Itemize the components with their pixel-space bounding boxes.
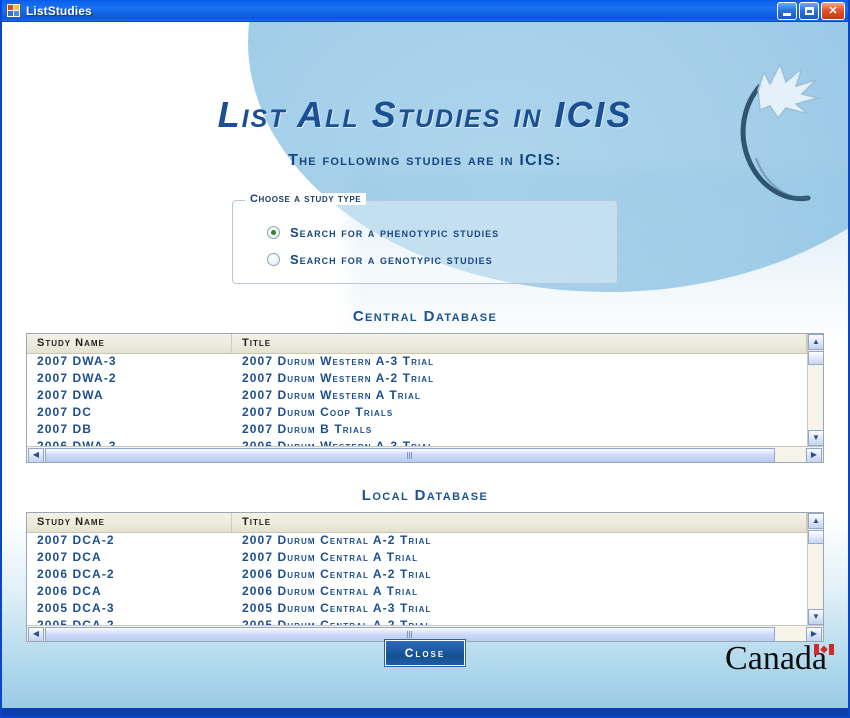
minimize-button[interactable] xyxy=(777,2,797,20)
column-header-title[interactable]: Title xyxy=(232,334,807,353)
footer: Close Canada ◆ xyxy=(2,636,848,716)
radio-label-phenotypic: Search for a phenotypic studies xyxy=(290,225,500,240)
scroll-down-icon[interactable]: ▼ xyxy=(808,430,823,446)
page-subtitle: The following studies are in ICIS: xyxy=(288,152,562,169)
list-studies-window: ListStudies ✕ List All Studies in ICIS T… xyxy=(0,0,850,718)
maximize-icon xyxy=(804,7,814,15)
local-database-columns: Study Name Title 2007 DCA-2 2007 Durum C… xyxy=(27,513,807,625)
close-window-button[interactable]: ✕ xyxy=(821,2,845,20)
local-vertical-scrollbar[interactable]: ▲ ▼ xyxy=(807,513,823,625)
radio-label-genotypic: Search for a genotypic studies xyxy=(290,252,493,267)
scroll-up-icon[interactable]: ▲ xyxy=(808,334,823,350)
central-database-header-row: Study Name Title xyxy=(27,334,807,354)
window-controls: ✕ xyxy=(777,2,845,20)
table-row[interactable]: 2007 DB 2007 Durum B Trials xyxy=(27,422,807,439)
application-icon xyxy=(6,3,21,18)
cell-study-name: 2006 DCA xyxy=(37,584,102,598)
radio-option-phenotypic[interactable]: Search for a phenotypic studies xyxy=(267,225,601,240)
page-content: List All Studies in ICIS The following s… xyxy=(2,22,848,642)
cell-title: 2007 Durum Western A Trial xyxy=(242,388,421,402)
maximize-button[interactable] xyxy=(799,2,819,20)
local-database-rows: 2007 DCA-2 2007 Durum Central A-2 Trial … xyxy=(27,533,807,625)
cell-study-name: 2007 DB xyxy=(37,422,93,436)
cell-title: 2006 Durum Central A Trial xyxy=(242,584,419,598)
column-header-title[interactable]: Title xyxy=(232,513,807,532)
title-bar: ListStudies ✕ xyxy=(2,0,848,22)
cell-title: 2006 Durum Western A-3 Trial xyxy=(242,439,435,446)
scroll-grip-icon xyxy=(406,451,413,459)
local-database-label: Local Database xyxy=(361,487,489,504)
cell-title: 2006 Durum Central A-2 Trial xyxy=(242,567,432,581)
cell-study-name: 2005 DCA-3 xyxy=(37,601,115,615)
close-icon: ✕ xyxy=(828,4,838,17)
cell-title: 2007 Durum Central A Trial xyxy=(242,550,419,564)
cell-study-name: 2007 DWA-3 xyxy=(37,354,117,368)
cell-study-name: 2006 DCA-2 xyxy=(37,567,115,581)
radio-option-genotypic[interactable]: Search for a genotypic studies xyxy=(267,252,601,267)
cell-title: 2007 Durum Central A-2 Trial xyxy=(242,533,432,547)
radio-button-phenotypic-icon[interactable] xyxy=(267,226,280,239)
table-row[interactable]: 2007 DC 2007 Durum Coop Trials xyxy=(27,405,807,422)
central-database-columns: Study Name Title 2007 DWA-3 2007 Durum W… xyxy=(27,334,807,446)
cell-study-name: 2007 DCA xyxy=(37,550,102,564)
radio-button-genotypic-icon[interactable] xyxy=(267,253,280,266)
window-title: ListStudies xyxy=(26,3,92,18)
central-horizontal-scrollbar[interactable]: ◀ ▶ xyxy=(27,446,823,462)
cell-study-name: 2007 DC xyxy=(37,405,93,419)
table-row[interactable]: 2006 DCA 2006 Durum Central A Trial xyxy=(27,584,807,601)
local-database-header-row: Study Name Title xyxy=(27,513,807,533)
scroll-up-icon[interactable]: ▲ xyxy=(808,513,823,529)
cell-title: 2005 Durum Central A-2 Trial xyxy=(242,618,432,625)
column-header-study-name[interactable]: Study Name xyxy=(27,334,232,353)
scroll-down-icon[interactable]: ▼ xyxy=(808,609,823,625)
study-type-groupbox: Choose a study type Search for a phenoty… xyxy=(232,193,618,284)
horizontal-scroll-thumb[interactable] xyxy=(45,447,775,462)
local-database-list[interactable]: Study Name Title 2007 DCA-2 2007 Durum C… xyxy=(26,512,824,642)
minimize-icon xyxy=(783,12,791,16)
close-button[interactable]: Close xyxy=(384,639,466,667)
central-database-rows: 2007 DWA-3 2007 Durum Western A-3 Trial … xyxy=(27,354,807,446)
central-database-list[interactable]: Study Name Title 2007 DWA-3 2007 Durum W… xyxy=(26,333,824,463)
cell-title: 2007 Durum Coop Trials xyxy=(242,405,394,419)
cell-study-name: 2007 DCA-2 xyxy=(37,533,115,547)
table-row[interactable]: 2007 DWA-3 2007 Durum Western A-3 Trial xyxy=(27,354,807,371)
page-body: List All Studies in ICIS The following s… xyxy=(2,22,848,716)
cell-study-name: 2007 DWA-2 xyxy=(37,371,117,385)
column-header-study-name[interactable]: Study Name xyxy=(27,513,232,532)
table-row[interactable]: 2006 DWA-3 2006 Durum Western A-3 Trial xyxy=(27,439,807,446)
table-row[interactable]: 2007 DWA 2007 Durum Western A Trial xyxy=(27,388,807,405)
vertical-scroll-thumb[interactable] xyxy=(808,530,823,544)
cell-title: 2007 Durum Western A-3 Trial xyxy=(242,354,435,368)
vertical-scroll-thumb[interactable] xyxy=(808,351,823,365)
table-row[interactable]: 2005 DCA-3 2005 Durum Central A-3 Trial xyxy=(27,601,807,618)
cell-study-name: 2005 DCA-2 xyxy=(37,618,115,625)
scroll-right-icon[interactable]: ▶ xyxy=(806,447,822,462)
cell-title: 2007 Durum Western A-2 Trial xyxy=(242,371,435,385)
cell-study-name: 2007 DWA xyxy=(37,388,104,402)
canada-flag-icon: ◆ xyxy=(814,644,834,655)
central-database-label: Central Database xyxy=(352,308,498,325)
canada-wordmark: Canada ◆ xyxy=(725,642,834,676)
table-row[interactable]: 2007 DCA-2 2007 Durum Central A-2 Trial xyxy=(27,533,807,550)
page-title: List All Studies in ICIS xyxy=(217,94,633,135)
table-row[interactable]: 2005 DCA-2 2005 Durum Central A-2 Trial xyxy=(27,618,807,625)
groupbox-legend: Choose a study type xyxy=(245,193,367,205)
cell-title: 2005 Durum Central A-3 Trial xyxy=(242,601,432,615)
horizontal-scroll-track[interactable] xyxy=(45,447,805,462)
scroll-left-icon[interactable]: ◀ xyxy=(28,447,44,462)
central-vertical-scrollbar[interactable]: ▲ ▼ xyxy=(807,334,823,446)
table-row[interactable]: 2007 DCA 2007 Durum Central A Trial xyxy=(27,550,807,567)
canada-wordmark-text: Canada xyxy=(725,640,827,677)
cell-study-name: 2006 DWA-3 xyxy=(37,439,117,446)
table-row[interactable]: 2007 DWA-2 2007 Durum Western A-2 Trial xyxy=(27,371,807,388)
table-row[interactable]: 2006 DCA-2 2006 Durum Central A-2 Trial xyxy=(27,567,807,584)
cell-title: 2007 Durum B Trials xyxy=(242,422,373,436)
